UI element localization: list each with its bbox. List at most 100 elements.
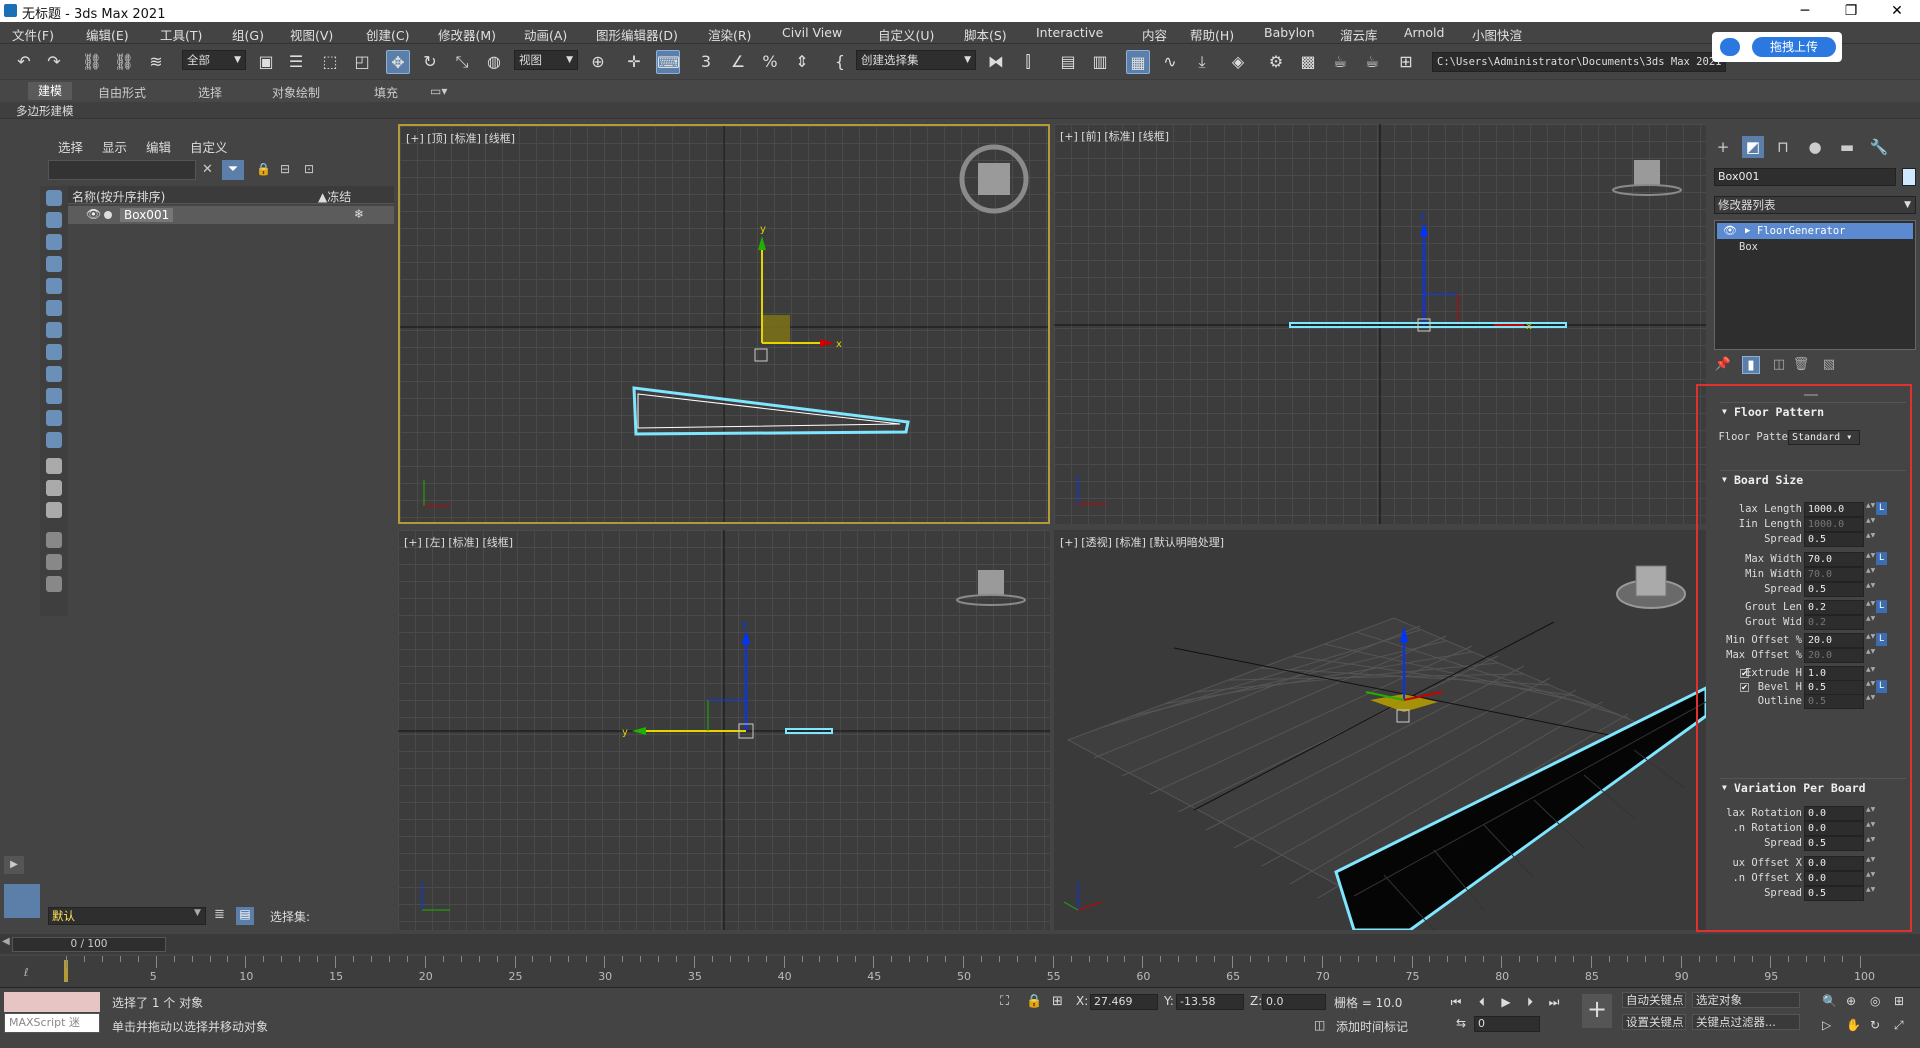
make-unique-icon[interactable]: ◫ xyxy=(1770,356,1788,374)
time-prev-icon[interactable]: ◀ xyxy=(2,936,10,947)
maximize-button[interactable]: ❐ xyxy=(1828,0,1874,22)
xrefs-filter-icon[interactable] xyxy=(46,344,62,360)
object-name-box001[interactable]: Box001 xyxy=(120,208,174,222)
viewport-top[interactable]: y x [+] [顶] [标准] [线框] xyxy=(398,124,1050,524)
set-key-icon[interactable]: + xyxy=(1582,994,1612,1028)
viewport-label-front[interactable]: [+] [前] [标准] [线框] xyxy=(1060,128,1169,144)
select-by-name-icon[interactable]: ☰ xyxy=(284,50,308,74)
ribbon-toggle-icon[interactable]: ▥ xyxy=(1088,50,1112,74)
menu-render-farm[interactable]: 小图快渲 xyxy=(1472,25,1522,44)
orbit-icon[interactable]: ↻ xyxy=(1870,1018,1880,1032)
x-coord-field[interactable]: 27.469 xyxy=(1090,994,1158,1010)
align-icon[interactable]: ⫿ xyxy=(1016,50,1040,74)
add-time-tag[interactable]: 添加时间标记 xyxy=(1336,1018,1408,1035)
edit-named-sets-icon[interactable]: { xyxy=(828,50,852,74)
scene-explorer-toggle-icon[interactable]: ▤ xyxy=(236,907,254,925)
redo-icon[interactable]: ↷ xyxy=(42,50,66,74)
menu-edit[interactable]: 编辑(E) xyxy=(86,25,129,44)
current-frame-field[interactable]: 0 xyxy=(1474,1016,1540,1032)
ribbon-tab-populate[interactable]: 填充 xyxy=(374,84,398,101)
key-mode-icon[interactable]: ⇆ xyxy=(1456,1016,1466,1030)
viewport-label-left[interactable]: [+] [左] [标准] [线框] xyxy=(404,534,513,550)
shapes-filter-icon[interactable] xyxy=(46,212,62,228)
modify-tab-icon[interactable]: ◩ xyxy=(1742,136,1764,158)
show-end-result-icon[interactable]: ▮ xyxy=(1742,356,1760,374)
pivot-center-icon[interactable]: ⊕ xyxy=(586,50,610,74)
column-frozen[interactable]: ▲冻结 xyxy=(318,188,351,205)
menu-view[interactable]: 视图(V) xyxy=(290,25,333,44)
ribbon-tab-modeling[interactable]: 建模 xyxy=(28,82,73,100)
menu-graph-editors[interactable]: 图形编辑器(D) xyxy=(596,25,678,44)
maxscript-mini[interactable]: MAXScript 迷 xyxy=(4,1013,100,1033)
minimize-button[interactable]: ─ xyxy=(1782,0,1828,22)
cameras-filter-icon[interactable] xyxy=(46,256,62,272)
mirror-icon[interactable]: ⧓ xyxy=(984,50,1008,74)
filter-icon[interactable]: ⏷ xyxy=(222,160,244,180)
window-crossing-icon[interactable]: ◰ xyxy=(350,50,374,74)
filter-funnel-icon[interactable] xyxy=(46,554,62,570)
lights-filter-icon[interactable] xyxy=(46,234,62,250)
clear-search-icon[interactable]: ✕ xyxy=(202,162,216,178)
named-selection-dropdown[interactable]: 创建选择集 ▼ xyxy=(856,50,976,70)
percent-snap-icon[interactable]: % xyxy=(758,50,782,74)
selection-filter-dropdown[interactable]: 全部 ▼ xyxy=(182,50,246,70)
explorer-search-input[interactable] xyxy=(48,160,196,180)
object-color-swatch[interactable] xyxy=(1902,168,1916,186)
absolute-mode-icon[interactable]: ⊞ xyxy=(1052,994,1063,1009)
explorer-menu-edit[interactable]: 编辑 xyxy=(146,137,171,156)
stack-item-floorgenerator[interactable]: 👁 ▶ FloorGenerator xyxy=(1717,223,1913,239)
frozen-filter-icon[interactable] xyxy=(46,410,62,426)
upload-widget[interactable]: 拖拽上传 xyxy=(1712,32,1842,62)
motion-tab-icon[interactable]: ● xyxy=(1804,136,1826,158)
spacewarps-filter-icon[interactable] xyxy=(46,300,62,316)
zoom-extents-icon[interactable]: ◎ xyxy=(1870,994,1880,1008)
time-slider[interactable]: 0 / 100 xyxy=(12,937,166,952)
keyboard-shortcut-override-icon[interactable]: ⌨ xyxy=(656,50,680,74)
groups-filter-icon[interactable] xyxy=(46,322,62,338)
zoom-extents-all-icon[interactable]: ⊞ xyxy=(1894,994,1904,1008)
remove-modifier-icon[interactable]: 🗑 xyxy=(1792,356,1810,374)
menu-group[interactable]: 组(G) xyxy=(232,25,264,44)
project-folder-icon[interactable]: ⊞ xyxy=(1394,50,1418,74)
display-none-icon[interactable] xyxy=(46,480,62,496)
undo-icon[interactable]: ↶ xyxy=(12,50,36,74)
menu-create[interactable]: 创建(C) xyxy=(366,25,409,44)
zoom-icon[interactable]: 🔍 xyxy=(1822,994,1837,1008)
selection-lock-icon[interactable]: 🔒 xyxy=(1026,994,1042,1009)
display-all-icon[interactable] xyxy=(46,458,62,474)
explorer-menu-customize[interactable]: 自定义 xyxy=(190,137,228,156)
render-icon[interactable]: ☕ xyxy=(1328,50,1352,74)
curve-editor-icon[interactable]: ∿ xyxy=(1158,50,1182,74)
maximize-viewport-icon[interactable]: ⤢ xyxy=(1894,1018,1904,1033)
eye-icon[interactable]: 👁 xyxy=(1723,223,1737,239)
stack-item-box[interactable]: Box xyxy=(1739,241,1758,253)
isolate-icon[interactable]: ⛶ xyxy=(1000,994,1009,1009)
bind-spacewarp-icon[interactable]: ≋ xyxy=(144,50,168,74)
lock-icon[interactable]: 🔒 xyxy=(256,162,271,176)
menu-modifiers[interactable]: 修改器(M) xyxy=(438,25,496,44)
schematic-view-icon[interactable]: ⤓ xyxy=(1190,50,1214,74)
ribbon-tab-object-paint[interactable]: 对象绘制 xyxy=(272,84,320,101)
explorer-row[interactable]: 👁 Box001 ❄ xyxy=(68,206,394,224)
sort-layers-icon[interactable]: ⊡ xyxy=(304,162,314,176)
fov-icon[interactable]: ▷ xyxy=(1822,1018,1831,1032)
layers-icon[interactable]: ≣ xyxy=(214,907,232,925)
key-selection-dropdown[interactable]: 选定对象 xyxy=(1692,992,1800,1008)
hierarchy-icon[interactable]: ⊟ xyxy=(280,162,290,176)
auto-key-button[interactable]: 自动关键点 xyxy=(1622,992,1686,1008)
pin-stack-icon[interactable]: 📌 xyxy=(1714,356,1732,374)
y-coord-field[interactable]: -13.58 xyxy=(1176,994,1244,1010)
rendered-frame-icon[interactable]: ▩ xyxy=(1296,50,1320,74)
project-path-field[interactable]: C:\Users\Administrator\Documents\3ds Max… xyxy=(1432,52,1726,72)
ribbon-tab-selection[interactable]: 选择 xyxy=(198,84,222,101)
bones-filter-icon[interactable] xyxy=(46,366,62,382)
select-move-icon[interactable]: ✥ xyxy=(386,50,410,74)
play-icon[interactable]: ▶ xyxy=(1498,994,1514,1010)
select-manipulate-icon[interactable]: ✛ xyxy=(622,50,646,74)
menu-help[interactable]: 帮助(H) xyxy=(1190,25,1234,44)
viewport-left[interactable]: z y [+] [左] [标准] [线框] xyxy=(398,530,1050,930)
viewport-perspective[interactable]: [+] [透视] [标准] [默认明暗处理] xyxy=(1054,530,1706,930)
pan-icon[interactable]: ✋ xyxy=(1846,1018,1861,1032)
ribbon-tab-freeform[interactable]: 自由形式 xyxy=(98,84,146,101)
containers-filter-icon[interactable] xyxy=(46,388,62,404)
